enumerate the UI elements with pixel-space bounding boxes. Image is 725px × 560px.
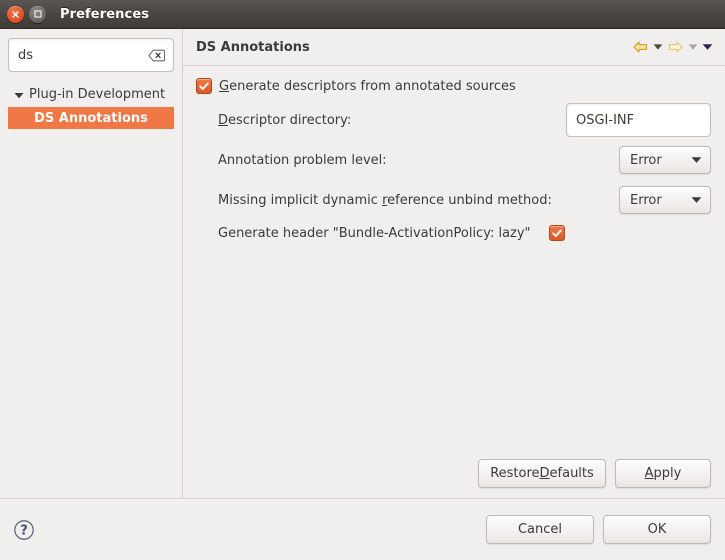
cancel-button[interactable]: Cancel (486, 515, 594, 544)
page-content: Generate descriptors from annotated sour… (183, 66, 725, 498)
descriptor-directory-label: Descriptor directory: (218, 113, 351, 128)
view-menu-chevron-down-icon[interactable] (700, 38, 715, 56)
descriptor-directory-value: OSGI-INF (576, 112, 635, 128)
generate-descriptors-checkbox[interactable] (196, 78, 212, 94)
missing-unbind-method-select[interactable]: Error (619, 186, 711, 214)
search-input[interactable]: ds (8, 38, 174, 72)
back-history-chevron-down-icon[interactable] (650, 38, 665, 56)
descriptor-directory-label-rest: escriptor directory: (228, 112, 352, 128)
restore-defaults-button[interactable]: Restore Defaults (478, 459, 606, 488)
chevron-down-icon (691, 197, 702, 203)
ok-button[interactable]: OK (603, 515, 711, 544)
preferences-tree: Plug-in Development DS Annotations (8, 84, 174, 129)
generate-header-label: Generate header "Bundle-ActivationPolicy… (218, 225, 531, 241)
window-title: Preferences (60, 6, 150, 22)
missing-unbind-label-post: eference unbind method: (387, 192, 552, 208)
chevron-down-icon[interactable] (12, 88, 26, 102)
chevron-down-icon (691, 157, 702, 163)
svg-text:?: ? (20, 523, 28, 538)
arrow-right-icon[interactable] (665, 38, 685, 56)
missing-unbind-label-pre: Missing implicit dynamic (218, 192, 383, 208)
clear-backspace-icon[interactable] (148, 49, 165, 62)
footer-buttons: Cancel OK (486, 515, 711, 544)
dialog-body: ds Plug-in Development DS Annotations DS… (0, 29, 725, 498)
annotation-problem-level-select[interactable]: Error (619, 146, 711, 174)
restore-defaults-pre: Restore (490, 466, 540, 481)
maximize-icon[interactable] (29, 5, 46, 23)
annotation-problem-level-label: Annotation problem level: (218, 152, 387, 168)
title-bar: Preferences (0, 0, 725, 29)
generate-descriptors-mnemonic: G (219, 78, 230, 94)
preference-page: DS Annotations Generate descriptors from… (183, 29, 725, 498)
page-nav-toolbar (630, 38, 715, 56)
arrow-left-icon[interactable] (630, 38, 650, 56)
generate-descriptors-label-rest: enerate descriptors from annotated sourc… (229, 78, 516, 94)
generate-header-row: Generate header "Bundle-ActivationPolicy… (196, 220, 711, 246)
close-icon[interactable] (7, 5, 24, 23)
descriptor-directory-mnemonic: D (218, 112, 229, 128)
missing-unbind-method-row: Missing implicit dynamic reference unbin… (196, 180, 711, 220)
descriptor-directory-input[interactable]: OSGI-INF (566, 103, 711, 137)
apply-post: pply (653, 466, 682, 481)
generate-header-checkbox[interactable] (548, 225, 565, 241)
tree-item-label: Plug-in Development (29, 87, 166, 102)
apply-button[interactable]: Apply (615, 459, 711, 488)
missing-unbind-method-value: Error (630, 192, 662, 208)
page-header: DS Annotations (183, 29, 725, 66)
generate-descriptors-row[interactable]: Generate descriptors from annotated sour… (196, 78, 711, 94)
page-title: DS Annotations (196, 39, 310, 55)
restore-defaults-post: efaults (549, 466, 594, 481)
descriptor-directory-row: Descriptor directory: OSGI-INF (196, 100, 711, 140)
apply-mnemonic: A (644, 466, 654, 481)
tree-item-ds-annotations[interactable]: DS Annotations (8, 107, 174, 129)
page-action-buttons: Restore Defaults Apply (478, 459, 711, 488)
tree-item-plug-in-development[interactable]: Plug-in Development (8, 84, 174, 105)
restore-defaults-mnemonic: D (539, 466, 550, 481)
preferences-dialog: Preferences ds Plug-in Development DS An… (0, 0, 725, 560)
annotation-problem-level-row: Annotation problem level: Error (196, 140, 711, 180)
missing-unbind-method-label: Missing implicit dynamic reference unbin… (218, 193, 552, 208)
help-question-icon[interactable]: ? (13, 519, 35, 541)
dialog-footer: ? Cancel OK (0, 498, 725, 560)
annotation-problem-level-value: Error (630, 152, 662, 168)
search-input-value: ds (18, 48, 34, 62)
generate-descriptors-label: Generate descriptors from annotated sour… (219, 79, 516, 94)
forward-history-chevron-down-icon[interactable] (685, 38, 700, 56)
preferences-sidebar: ds Plug-in Development DS Annotations (0, 29, 183, 498)
tree-item-label: DS Annotations (34, 110, 148, 126)
